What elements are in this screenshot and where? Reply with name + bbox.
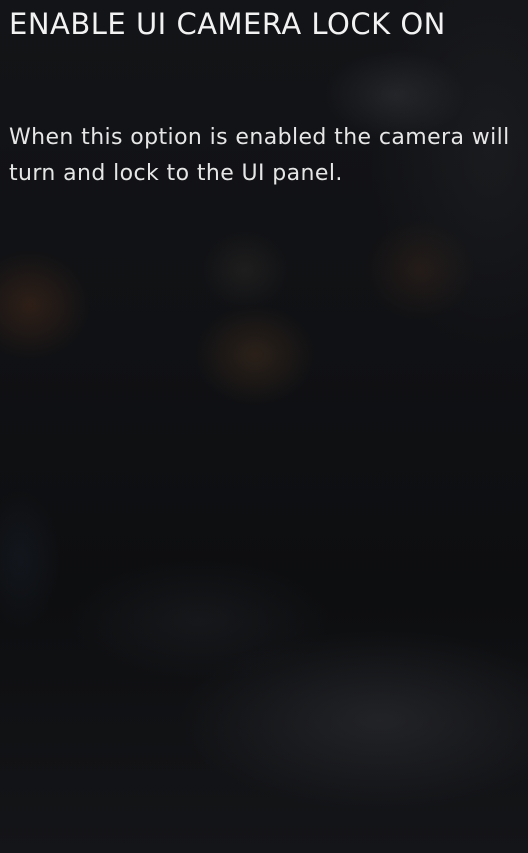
option-info-panel: ENABLE UI CAMERA LOCK ON When this optio… [0,0,528,853]
option-description: When this option is enabled the camera w… [9,125,510,186]
option-title: ENABLE UI CAMERA LOCK ON [9,7,446,41]
